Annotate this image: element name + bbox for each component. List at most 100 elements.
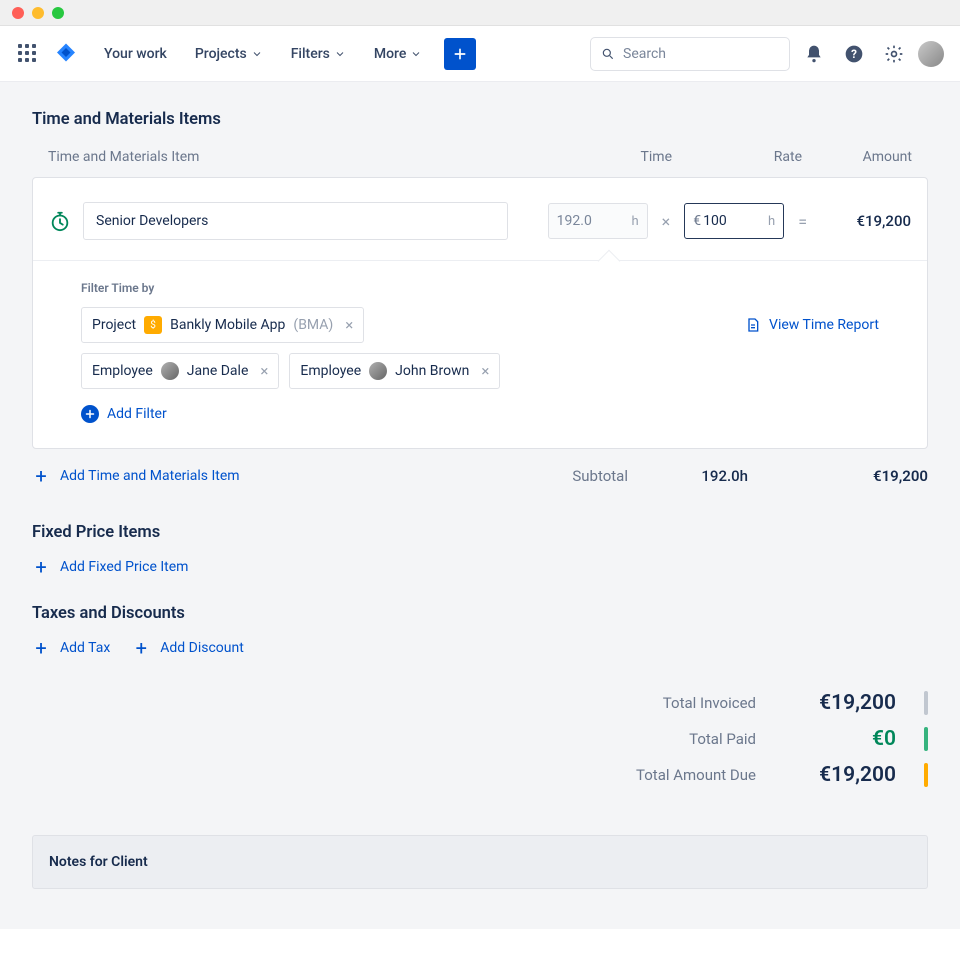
- fixed-section-title: Fixed Price Items: [32, 523, 928, 542]
- chip-project-code: (BMA): [293, 317, 333, 333]
- add-fixed-price-button[interactable]: + Add Fixed Price Item: [32, 558, 188, 576]
- employee-avatar: [369, 362, 387, 380]
- plus-icon: +: [32, 558, 50, 576]
- circle-plus-icon: [81, 405, 99, 423]
- total-due-row: Total Amount Due €19,200: [32, 757, 928, 793]
- total-due-value: €19,200: [776, 763, 896, 787]
- add-filter-button[interactable]: Add Filter: [81, 405, 167, 423]
- filters-panel: Filter Time by Project $ Bankly Mobile A…: [33, 261, 927, 448]
- app-switcher-icon[interactable]: [16, 42, 40, 66]
- nav-more-label: More: [374, 46, 407, 62]
- chevron-down-icon: [334, 48, 346, 60]
- tm-section-title: Time and Materials Items: [32, 110, 928, 129]
- add-tm-item-button[interactable]: + Add Time and Materials Item: [32, 467, 240, 485]
- window-close-dot[interactable]: [12, 7, 24, 19]
- tm-item-row: 192.0 h × €100 h = €19,200: [33, 178, 927, 260]
- add-discount-button[interactable]: + Add Discount: [132, 639, 244, 657]
- global-search[interactable]: [590, 37, 790, 71]
- item-amount: €19,200: [821, 212, 911, 230]
- nav-projects[interactable]: Projects: [185, 40, 273, 68]
- tm-item-card: 192.0 h × €100 h = €19,200 Filter Time b…: [32, 177, 928, 449]
- filter-chip-employee-2[interactable]: Employee John Brown ×: [289, 353, 500, 389]
- filter-chip-employee-1[interactable]: Employee Jane Dale ×: [81, 353, 279, 389]
- window-zoom-dot[interactable]: [52, 7, 64, 19]
- chip-project-name: Bankly Mobile App: [170, 317, 285, 333]
- chip-remove-icon[interactable]: ×: [256, 362, 268, 380]
- col-header-rate: Rate: [672, 149, 802, 165]
- notes-for-client-panel[interactable]: Notes for Client: [32, 835, 928, 889]
- status-bar-green: [924, 727, 928, 751]
- chip-type-label: Employee: [300, 363, 361, 379]
- total-invoiced-label: Total Invoiced: [663, 694, 756, 712]
- time-unit: h: [632, 214, 639, 229]
- plus-icon: +: [32, 467, 50, 485]
- chevron-down-icon: [410, 48, 422, 60]
- chip-type-label: Project: [92, 317, 136, 333]
- subtotal-label: Subtotal: [572, 467, 628, 485]
- time-value: 192.0: [557, 213, 592, 229]
- chip-employee-name: Jane Dale: [187, 363, 249, 379]
- search-input[interactable]: [623, 46, 779, 62]
- tm-column-headers: Time and Materials Item Time Rate Amount: [32, 145, 928, 177]
- multiply-symbol: ×: [660, 212, 673, 231]
- employee-avatar: [161, 362, 179, 380]
- status-bar-orange: [924, 763, 928, 787]
- tm-subtotal-row: + Add Time and Materials Item Subtotal 1…: [32, 449, 928, 513]
- help-icon[interactable]: ?: [838, 38, 870, 70]
- col-header-amount: Amount: [802, 149, 912, 165]
- plus-icon: +: [32, 639, 50, 657]
- filter-chip-project[interactable]: Project $ Bankly Mobile App (BMA) ×: [81, 307, 364, 343]
- chip-remove-icon[interactable]: ×: [477, 362, 489, 380]
- total-paid-value: €0: [776, 727, 896, 751]
- nav-projects-label: Projects: [195, 46, 247, 62]
- taxes-section-title: Taxes and Discounts: [32, 604, 928, 623]
- totals-section: Total Invoiced €19,200 Total Paid €0 Tot…: [32, 685, 928, 793]
- document-icon: [745, 317, 761, 333]
- chevron-down-icon: [251, 48, 263, 60]
- notifications-icon[interactable]: [798, 38, 830, 70]
- chip-type-label: Employee: [92, 363, 153, 379]
- rate-input[interactable]: €100 h: [684, 203, 784, 239]
- plus-icon: [452, 46, 468, 62]
- col-header-item: Time and Materials Item: [48, 149, 562, 165]
- add-fixed-label: Add Fixed Price Item: [60, 559, 188, 575]
- rate-unit: h: [768, 214, 775, 229]
- item-name-input[interactable]: [83, 202, 508, 240]
- mac-window-titlebar: [0, 0, 960, 26]
- search-icon: [601, 46, 615, 62]
- status-bar-grey: [924, 691, 928, 715]
- svg-text:?: ?: [851, 47, 857, 61]
- chip-employee-name: John Brown: [395, 363, 469, 379]
- add-tax-button[interactable]: + Add Tax: [32, 639, 110, 657]
- total-paid-label: Total Paid: [689, 730, 756, 748]
- taxes-discounts-section: Taxes and Discounts + Add Tax + Add Disc…: [32, 604, 928, 657]
- nav-filters-label: Filters: [291, 46, 330, 62]
- subtotal-amount: €19,200: [768, 467, 928, 485]
- page-content: Time and Materials Items Time and Materi…: [0, 82, 960, 929]
- add-discount-label: Add Discount: [160, 640, 244, 656]
- total-paid-row: Total Paid €0: [32, 721, 928, 757]
- add-filter-label: Add Filter: [107, 406, 167, 422]
- chip-remove-icon[interactable]: ×: [341, 316, 353, 334]
- window-minimize-dot[interactable]: [32, 7, 44, 19]
- filter-by-label: Filter Time by: [81, 281, 879, 295]
- time-display[interactable]: 192.0 h: [548, 203, 648, 239]
- col-header-time: Time: [562, 149, 672, 165]
- create-button[interactable]: [444, 38, 476, 70]
- user-avatar[interactable]: [918, 41, 944, 67]
- project-icon: $: [144, 316, 162, 334]
- currency-symbol: €: [693, 213, 701, 229]
- notes-title: Notes for Client: [49, 854, 148, 870]
- nav-your-work-label: Your work: [104, 46, 167, 62]
- equals-symbol: =: [796, 212, 809, 231]
- total-due-label: Total Amount Due: [636, 766, 756, 784]
- nav-filters[interactable]: Filters: [281, 40, 356, 68]
- nav-more[interactable]: More: [364, 40, 433, 68]
- settings-icon[interactable]: [878, 38, 910, 70]
- jira-logo-icon[interactable]: [54, 42, 78, 66]
- rate-value: 100: [703, 213, 727, 229]
- view-report-label: View Time Report: [769, 317, 879, 333]
- view-time-report-link[interactable]: View Time Report: [745, 317, 879, 333]
- add-tm-item-label: Add Time and Materials Item: [60, 468, 240, 484]
- nav-your-work[interactable]: Your work: [94, 40, 177, 68]
